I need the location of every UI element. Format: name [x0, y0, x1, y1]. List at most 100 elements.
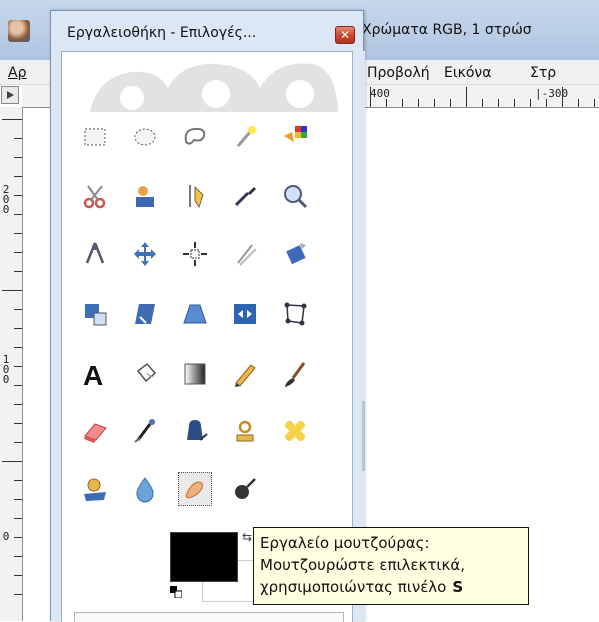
move-tool-button[interactable] — [128, 237, 162, 271]
text-tool-icon: A — [83, 360, 103, 389]
measure-tool-icon — [85, 242, 105, 264]
paintbrush-tool-button[interactable] — [278, 357, 312, 391]
swap-colors-icon[interactable]: ⇆ — [242, 530, 252, 544]
vruler-tick — [14, 423, 22, 424]
default-colors-icon[interactable] — [170, 586, 182, 598]
text-tool-button[interactable]: A — [78, 357, 112, 391]
menu-file[interactable]: Αρ — [8, 65, 26, 81]
measure-tool-button[interactable] — [78, 237, 112, 271]
menu-view-label: Προβολή — [367, 65, 430, 81]
select-by-color-tool-button[interactable] — [278, 120, 312, 154]
hruler-tick — [514, 99, 515, 107]
fuzzy-select-tool-button[interactable] — [228, 120, 262, 154]
vruler-tick — [14, 480, 22, 481]
hruler-tick — [498, 99, 499, 107]
vruler-tick — [14, 404, 22, 405]
vruler-label: 100 — [2, 353, 10, 386]
blur-sharpen-tool-button[interactable] — [128, 472, 162, 506]
scissors-select-tool-button[interactable] — [78, 179, 112, 213]
crop-tool-button[interactable] — [228, 237, 262, 271]
gimp-app-icon[interactable] — [8, 20, 30, 42]
close-button[interactable]: ✕ — [335, 26, 355, 44]
perspective-tool-button[interactable] — [178, 297, 212, 331]
vruler-tick — [14, 442, 22, 443]
hruler-tick — [562, 87, 563, 107]
hruler-tick — [594, 99, 595, 107]
vruler-tick — [14, 138, 22, 139]
clone-tool-icon — [236, 420, 254, 442]
menu-image[interactable]: Εικόνα — [444, 65, 491, 81]
fuzzy-select-tool-icon — [236, 126, 256, 147]
zoom-tool-icon — [284, 185, 308, 209]
paths-tool-icon — [189, 185, 204, 209]
navigate-button[interactable] — [1, 86, 19, 104]
hruler-tick — [546, 99, 547, 107]
vruler-tick — [14, 366, 22, 367]
smudge-tool-button[interactable] — [178, 472, 212, 506]
dodge-burn-tool-button[interactable] — [228, 472, 262, 506]
airbrush-tool-button[interactable] — [128, 414, 162, 448]
perspective-tool-icon — [183, 304, 207, 324]
vertical-ruler: 200 100 0 — [0, 107, 23, 621]
ink-tool-button[interactable] — [178, 414, 212, 448]
shear-tool-icon — [135, 304, 155, 324]
paths-tool-button[interactable] — [178, 179, 212, 213]
pencil-tool-button[interactable] — [228, 357, 262, 391]
cage-transform-tool-button[interactable] — [278, 297, 312, 331]
vruler-tick — [14, 518, 22, 519]
foreground-select-tool-button[interactable] — [128, 179, 162, 213]
vruler-tick — [14, 499, 22, 500]
cage-transform-tool-icon — [284, 302, 307, 326]
scissors-select-tool-icon — [83, 185, 106, 209]
image-window-title: Χρώματα RGB, 1 στρώσ — [362, 22, 532, 38]
scale-tool-button[interactable] — [78, 297, 112, 331]
foreground-color-swatch[interactable] — [170, 532, 238, 582]
menu-layer-label: Στρ — [530, 65, 557, 81]
alignment-tool-button[interactable] — [178, 237, 212, 271]
menu-image-label: Εικόνα — [444, 65, 492, 81]
blend-tool-icon — [184, 363, 206, 385]
ink-tool-icon — [187, 420, 208, 441]
bucket-fill-tool-icon — [136, 362, 157, 383]
perspective-clone-tool-button[interactable] — [78, 472, 112, 506]
menu-view[interactable]: Προβολή — [367, 65, 430, 81]
pencil-tool-icon — [235, 364, 256, 387]
hruler-tick — [434, 99, 435, 107]
tooltip-line1: Εργαλείο μουτζούρας: — [260, 534, 430, 552]
rect-select-tool-button[interactable] — [78, 120, 112, 154]
bucket-fill-tool-button[interactable] — [128, 357, 162, 391]
color-picker-tool-icon — [234, 187, 256, 207]
vruler-tick — [14, 594, 22, 595]
free-select-tool-icon — [184, 127, 206, 145]
shear-tool-button[interactable] — [128, 297, 162, 331]
eraser-tool-button[interactable] — [78, 414, 112, 448]
perspective-clone-tool-icon — [84, 478, 106, 501]
heal-tool-button[interactable] — [278, 414, 312, 448]
toolbox-title: Εργαλειοθήκη - Επιλογές... — [67, 25, 257, 41]
wilber-logo-icon — [90, 63, 338, 112]
hruler-tick — [370, 87, 371, 107]
select-by-color-tool-icon — [284, 126, 307, 142]
rotate-tool-button[interactable] — [278, 237, 312, 271]
color-picker-tool-button[interactable] — [228, 179, 262, 213]
vruler-tick — [14, 252, 22, 253]
blend-tool-button[interactable] — [178, 357, 212, 391]
blur-sharpen-tool-icon — [136, 477, 154, 503]
airbrush-tool-icon — [134, 419, 155, 443]
menu-layer[interactable]: Στρ — [530, 65, 556, 81]
zoom-tool-button[interactable] — [278, 179, 312, 213]
tooltip-line3-text: χρησιμοποιώντας πινέλο — [260, 578, 447, 596]
ellipse-select-tool-button[interactable] — [128, 120, 162, 154]
flip-tool-button[interactable] — [228, 297, 262, 331]
free-select-tool-button[interactable] — [178, 120, 212, 154]
paintbrush-tool-icon — [285, 362, 306, 387]
vruler-tick — [14, 328, 22, 329]
toolbox-scrollbar-thumb[interactable] — [362, 401, 365, 471]
crop-tool-icon — [237, 244, 257, 266]
hruler-tick — [530, 99, 531, 107]
eraser-tool-icon — [84, 423, 107, 443]
rect-select-tool-icon — [84, 128, 106, 146]
vruler-tick — [2, 119, 22, 120]
clone-tool-button[interactable] — [228, 414, 262, 448]
tooltip-line3: χρησιμοποιώντας πινέλο S — [260, 576, 522, 598]
